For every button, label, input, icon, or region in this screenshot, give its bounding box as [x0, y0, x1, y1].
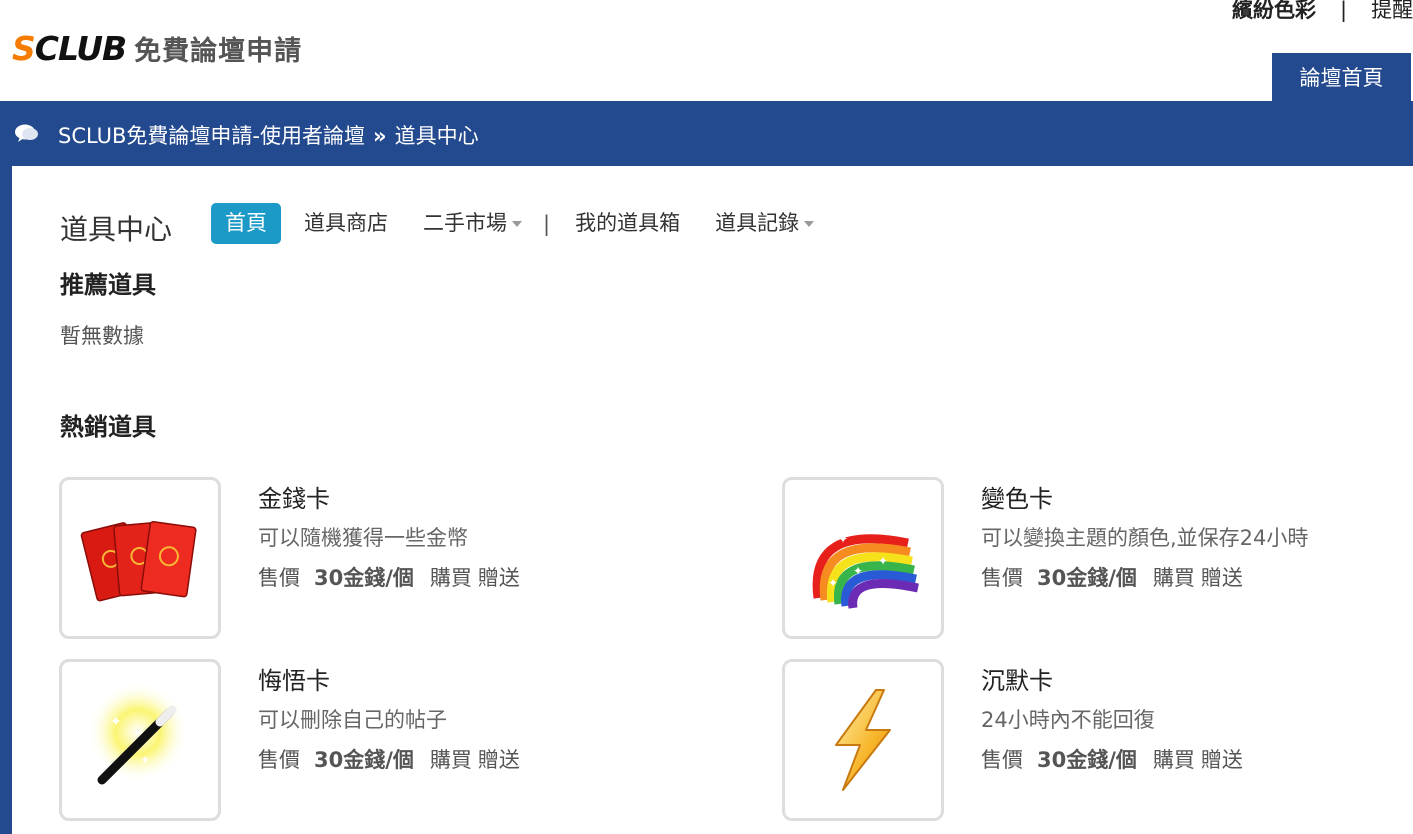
buy-link[interactable]: 購買: [430, 566, 472, 590]
price-label: 售價: [981, 566, 1023, 590]
tab-home[interactable]: 首頁: [211, 203, 281, 244]
gift-link[interactable]: 贈送: [478, 566, 520, 590]
item-name[interactable]: 悔悟卡: [258, 661, 330, 696]
tab-log-label: 道具記錄: [715, 211, 800, 235]
item-thumb[interactable]: [59, 477, 221, 639]
gift-link[interactable]: 贈送: [478, 748, 520, 772]
top-link-reminder[interactable]: 提醒: [1371, 0, 1413, 22]
tab-market[interactable]: 二手市場: [411, 203, 534, 244]
item-card: ✦ ✦ 悔悟卡 可以刪除自己的帖子 售價 30金錢/個 購買 贈送: [59, 659, 759, 824]
buy-link[interactable]: 購買: [430, 748, 472, 772]
gift-link[interactable]: 贈送: [1201, 566, 1243, 590]
red-envelope-icon: [80, 520, 197, 602]
magic-wand-icon: ✦ ✦: [88, 682, 188, 785]
recommended-title: 推薦道具: [60, 271, 156, 299]
price-label: 售價: [258, 566, 300, 590]
logo-club: CLUB: [34, 28, 127, 68]
item-price-row: 售價 30金錢/個 購買 贈送: [981, 744, 1249, 774]
svg-text:✦: ✦: [838, 532, 848, 546]
svg-text:✦: ✦: [110, 714, 122, 730]
svg-text:✦: ✦: [853, 564, 863, 578]
tool-center-nav: 首頁 道具商店 二手市場 | 我的道具箱 道具記錄: [211, 203, 837, 244]
price-value: 30金錢/個: [1037, 748, 1137, 772]
top-links: 繽紛色彩 | 提醒: [1232, 0, 1413, 24]
item-desc: 可以隨機獲得一些金幣: [258, 526, 468, 550]
price-label: 售價: [258, 748, 300, 772]
rainbow-icon: ✦ ✦ ✦ ✦: [812, 532, 919, 609]
nav-separator: |: [543, 211, 551, 236]
item-thumb[interactable]: ✦ ✦ ✦ ✦: [782, 477, 944, 639]
item-card: 金錢卡 可以隨機獲得一些金幣 售價 30金錢/個 購買 贈送: [59, 477, 759, 642]
price-value: 30金錢/個: [314, 748, 414, 772]
breadcrumb-current[interactable]: 道具中心: [395, 124, 479, 148]
svg-text:✦: ✦: [828, 576, 838, 590]
item-price-row: 售價 30金錢/個 購買 贈送: [258, 562, 526, 592]
breadcrumb: SCLUB免費論壇申請-使用者論壇 » 道具中心: [58, 120, 479, 150]
price-value: 30金錢/個: [1037, 566, 1137, 590]
recommended-empty: 暫無數據: [60, 324, 144, 348]
page-title: 道具中心: [60, 213, 173, 246]
item-name[interactable]: 金錢卡: [258, 479, 330, 514]
buy-link[interactable]: 購買: [1153, 566, 1195, 590]
price-value: 30金錢/個: [314, 566, 414, 590]
logo-s: S: [12, 28, 36, 68]
item-name[interactable]: 沉默卡: [981, 661, 1053, 696]
item-desc: 24小時內不能回復: [981, 708, 1155, 732]
breadcrumb-arrow: »: [373, 124, 387, 148]
tab-my-box[interactable]: 我的道具箱: [563, 203, 692, 244]
buy-link[interactable]: 購買: [1153, 748, 1195, 772]
svg-text:✦: ✦: [878, 554, 888, 568]
item-card: ✦ ✦ ✦ ✦ 變色卡 可以變換主題的顏色,並保存24小時 售價 30金錢/個 購買…: [782, 477, 1413, 642]
tab-log[interactable]: 道具記錄: [703, 203, 826, 244]
gift-link[interactable]: 贈送: [1201, 748, 1243, 772]
item-desc: 可以變換主題的顏色,並保存24小時: [981, 526, 1309, 550]
item-desc: 可以刪除自己的帖子: [258, 708, 447, 732]
forum-home-tab[interactable]: 論壇首頁: [1272, 53, 1411, 101]
logo-tagline: 免費論壇申請: [134, 35, 303, 67]
tab-market-label: 二手市場: [423, 211, 507, 235]
chat-bubble-icon: [15, 124, 38, 142]
site-logo[interactable]: S CLUB 免費論壇申請: [12, 28, 302, 68]
price-label: 售價: [981, 748, 1023, 772]
svg-text:✦: ✦: [140, 753, 150, 767]
breadcrumb-forum-link[interactable]: SCLUB免費論壇申請-使用者論壇: [58, 124, 365, 148]
item-thumb[interactable]: [782, 659, 944, 821]
hot-title: 熱銷道具: [60, 413, 156, 441]
item-price-row: 售價 30金錢/個 購買 贈送: [258, 744, 526, 774]
lightning-icon: [835, 689, 891, 791]
item-price-row: 售價 30金錢/個 購買 贈送: [981, 562, 1249, 592]
item-thumb[interactable]: ✦ ✦: [59, 659, 221, 821]
left-border: [0, 166, 12, 834]
item-card: 沉默卡 24小時內不能回復 售價 30金錢/個 購買 贈送: [782, 659, 1413, 824]
item-name[interactable]: 變色卡: [981, 479, 1053, 514]
top-link-separator: |: [1340, 0, 1348, 22]
top-link-color-theme[interactable]: 繽紛色彩: [1232, 0, 1316, 22]
chevron-down-icon: [512, 221, 522, 227]
chevron-down-icon: [804, 221, 815, 227]
tab-shop[interactable]: 道具商店: [292, 203, 400, 244]
